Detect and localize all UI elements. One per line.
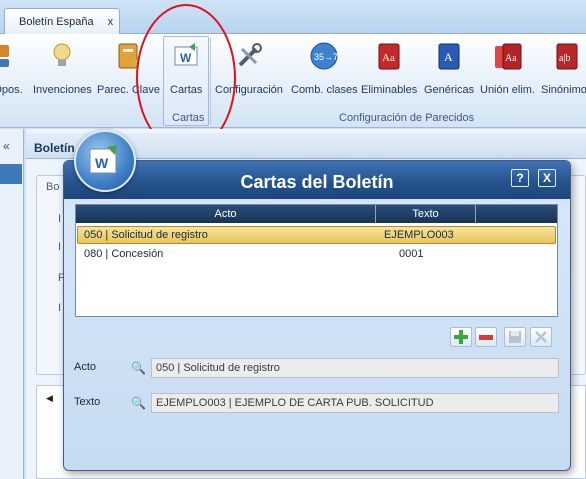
tab-boletin-espana[interactable]: Boletín España x [4, 8, 120, 35]
word-letter-icon: W [170, 40, 202, 72]
ribbon-button-eliminables[interactable]: Aa Eliminables [361, 38, 417, 96]
ribbon-label: Eliminables [361, 84, 418, 96]
ribbon-label: Opos. [0, 84, 23, 96]
background-field-label: I [58, 302, 62, 314]
ribbon-button-opos[interactable]: Opos. [0, 38, 24, 96]
cell-acto: 080 | Concesión [84, 248, 164, 260]
ribbon-button-comb-clases[interactable]: 35→7 Comb. clases [291, 38, 358, 96]
lightbulb-icon [46, 40, 78, 72]
svg-text:Aa: Aa [382, 52, 395, 64]
ribbon-label: Configuración [215, 84, 283, 96]
svg-text:W: W [180, 51, 192, 65]
ribbon-label: Cartas [170, 84, 203, 96]
ribbon-label: Unión elim. [480, 84, 536, 96]
ribbon-label: Parec. Clave [97, 84, 160, 96]
add-button[interactable] [450, 327, 472, 347]
ribbon-label: Genéricas [424, 84, 475, 96]
dictionary-blue-icon: A [433, 40, 465, 72]
ribbon-button-cartas[interactable]: W Cartas [170, 38, 202, 96]
cartas-dialog: Cartas del Boletín ? X Acto Texto 050 | … [63, 160, 571, 471]
remove-button[interactable] [475, 327, 497, 347]
cancel-button[interactable] [530, 327, 552, 347]
table-row[interactable]: 080 | Concesión 0001 [77, 246, 556, 264]
ribbon-label: Sinónimos [541, 84, 586, 96]
search-icon[interactable]: 🔍 [131, 361, 146, 375]
ribbon-label: Invenciones [33, 84, 92, 96]
book-key-icon [112, 40, 144, 72]
ribbon-label: Comb. clases [291, 84, 358, 96]
ribbon-toolbar: Opos. Invenciones Parec. Clave W Cartas … [0, 34, 586, 128]
grid-header: Acto Texto [76, 205, 557, 223]
search-icon[interactable]: 🔍 [131, 396, 146, 410]
dialog-titlebar: Cartas del Boletín ? X [64, 161, 570, 199]
save-icon [509, 331, 521, 343]
cartas-grid: Acto Texto 050 | Solicitud de registro E… [75, 204, 558, 317]
column-header-acto[interactable]: Acto [76, 205, 376, 223]
oppositions-icon [0, 40, 24, 72]
column-header-texto[interactable]: Texto [376, 205, 476, 223]
ribbon-group-separator [210, 38, 211, 124]
svg-text:W: W [95, 155, 109, 171]
dialog-title: Cartas del Boletín [240, 172, 394, 192]
plus-icon [454, 330, 468, 344]
document-tab-strip: Boletín España x [0, 0, 586, 35]
tab-label: Boletín España [19, 16, 94, 28]
word-letter-badge-icon: W [74, 130, 136, 192]
acto-field[interactable]: 050 | Solicitud de registro [151, 358, 559, 378]
tab-close-icon[interactable]: x [108, 16, 114, 28]
left-panel-selected-item[interactable] [0, 164, 22, 184]
texto-field[interactable]: EJEMPLO003 | EJEMPLO DE CARTA PUB. SOLIC… [151, 393, 559, 413]
close-button[interactable]: X [538, 169, 556, 187]
help-button[interactable]: ? [511, 169, 529, 187]
ribbon-button-invenciones[interactable]: Invenciones [33, 38, 92, 96]
column-header-empty [476, 205, 557, 223]
collapse-panel-icon[interactable]: « [3, 139, 10, 153]
minus-icon [479, 335, 493, 340]
acto-label: Acto [74, 361, 97, 373]
ribbon-button-configuracion[interactable]: Configuración [215, 38, 283, 96]
svg-text:35→7: 35→7 [314, 52, 338, 62]
class-combine-icon: 35→7 [308, 40, 340, 72]
cell-texto: 0001 [399, 248, 424, 260]
group-label-configuracion: Configuración de Parecidos [339, 112, 475, 124]
svg-text:a|b: a|b [559, 53, 570, 64]
tools-icon [233, 40, 265, 72]
cancel-x-icon [535, 331, 547, 343]
ribbon-button-genericas[interactable]: A Genéricas [424, 38, 474, 96]
svg-text:A: A [444, 50, 453, 64]
svg-text:Aa: Aa [505, 53, 517, 64]
background-field-label: I [58, 213, 62, 225]
cell-texto: EJEMPLO003 [384, 229, 454, 241]
cell-acto: 050 | Solicitud de registro [84, 229, 208, 241]
dictionary-synonyms-icon: a|b [551, 40, 583, 72]
ribbon-button-sinonimos[interactable]: a|b Sinónimos [541, 38, 586, 96]
table-row[interactable]: 050 | Solicitud de registro EJEMPLO003 [77, 226, 556, 244]
ribbon-button-parec-clave[interactable]: Parec. Clave [97, 38, 160, 96]
scroll-left-arrow-icon[interactable]: ◀ [46, 393, 53, 404]
dictionary-red-icon: Aa [373, 40, 405, 72]
page-title: Boletín [34, 141, 75, 155]
dictionary-union-icon: Aa [492, 40, 524, 72]
group-label-cartas: Cartas [172, 112, 205, 124]
background-form-label: Bo [46, 181, 60, 193]
save-button[interactable] [504, 327, 526, 347]
ribbon-button-union-elim[interactable]: Aa Unión elim. [480, 38, 535, 96]
texto-label: Texto [74, 396, 101, 408]
background-field-label: I [58, 241, 62, 253]
